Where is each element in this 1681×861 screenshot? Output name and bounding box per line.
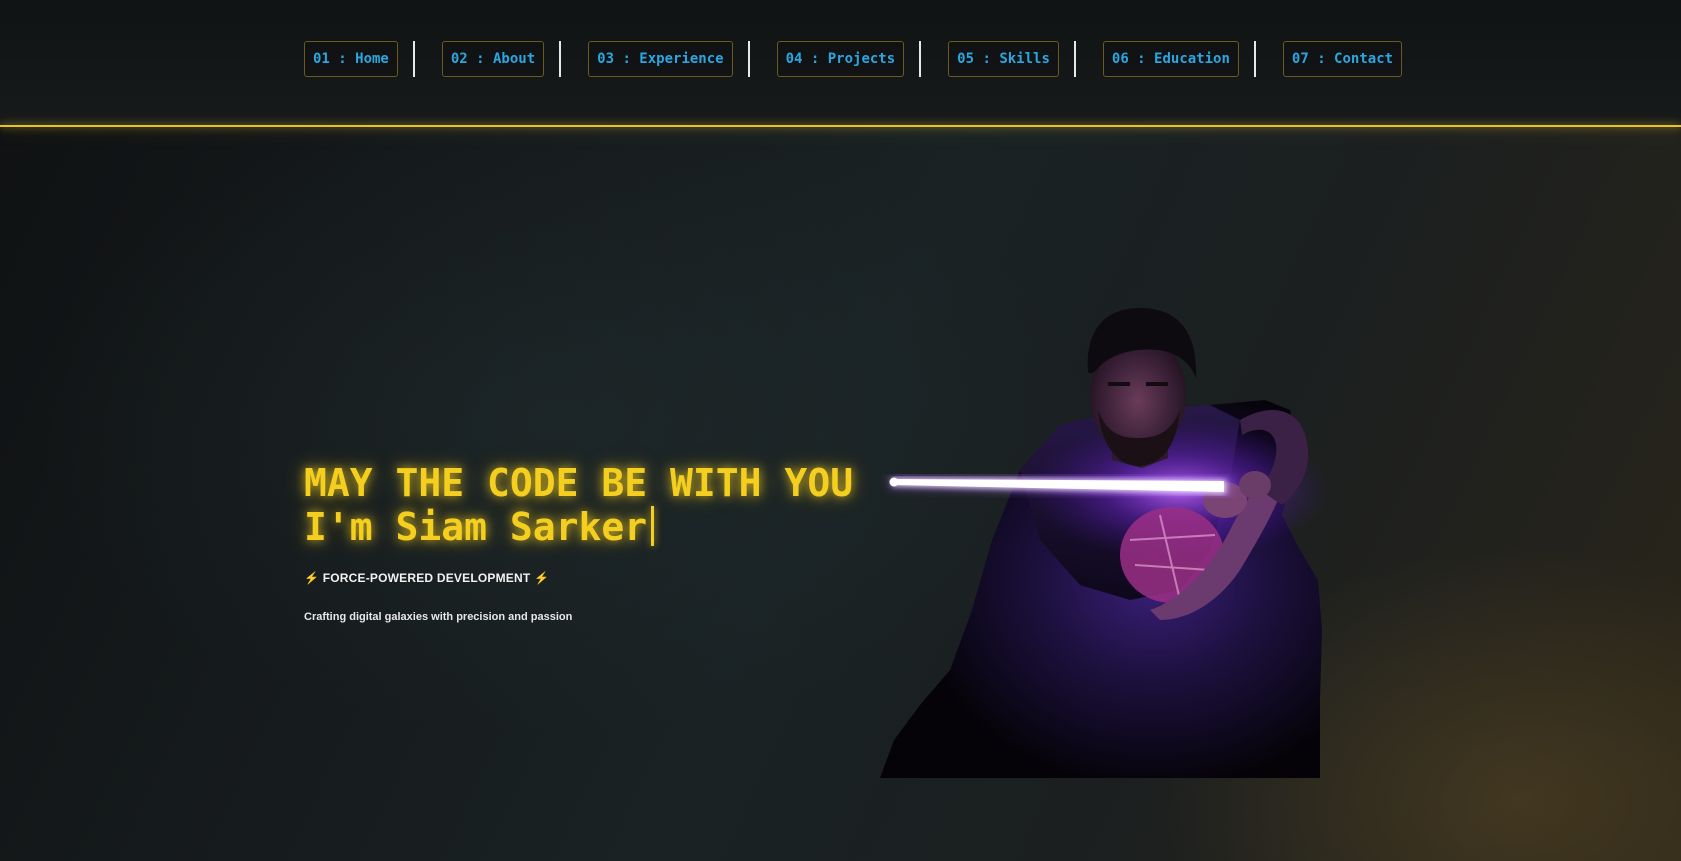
nav-link-projects[interactable]: 04 : Projects [776, 41, 905, 77]
nav-divider [1253, 41, 1256, 77]
nav-link-experience[interactable]: 03 : Experience [588, 41, 733, 77]
hero-intro-line: I'm Siam Sarker [304, 505, 853, 549]
hero-subtitle: Crafting digital galaxies with precision… [304, 611, 573, 623]
hero-tagline-text: FORCE-POWERED DEVELOPMENT [322, 571, 531, 585]
nav-divider [919, 41, 922, 77]
nav-item-projects-wrap: 04 : Projects [776, 41, 949, 77]
nav-divider [559, 41, 562, 77]
nav-divider [412, 41, 415, 77]
nav-link-home[interactable]: 01 : Home [304, 41, 398, 77]
nav-link-contact[interactable]: 07 : Contact [1282, 41, 1403, 77]
page-background [0, 0, 1681, 861]
nav-divider [747, 41, 750, 77]
hero-heading: MAY THE CODE BE WITH YOU I'm Siam Sarker [304, 461, 853, 549]
nav-link-about[interactable]: 02 : About [441, 41, 545, 77]
nav-item-about-wrap: 02 : About [441, 41, 588, 77]
hero-intro: I'm Siam Sarker [304, 505, 648, 549]
nav-item-skills-wrap: 05 : Skills [948, 41, 1103, 77]
hero-tagline: ⚡ FORCE-POWERED DEVELOPMENT ⚡ [304, 571, 549, 585]
nav-item-experience-wrap: 03 : Experience [588, 41, 776, 77]
typing-cursor [651, 506, 655, 546]
nav-divider [1073, 41, 1076, 77]
hero-headline: MAY THE CODE BE WITH YOU [304, 461, 854, 505]
main-nav: 01 : Home 02 : About 03 : Experience 04 … [304, 41, 1403, 77]
nav-item-education-wrap: 06 : Education [1102, 41, 1283, 77]
site-header: 01 : Home 02 : About 03 : Experience 04 … [0, 0, 1681, 125]
header-glow-divider [0, 125, 1681, 127]
nav-link-education[interactable]: 06 : Education [1102, 41, 1239, 77]
lightning-icon: ⚡ [533, 571, 550, 585]
hero-portrait-image [880, 308, 1330, 778]
lightning-icon: ⚡ [304, 571, 320, 585]
nav-item-home-wrap: 01 : Home [304, 41, 442, 77]
nav-item-contact-wrap: 07 : Contact [1282, 41, 1403, 77]
nav-link-skills[interactable]: 05 : Skills [948, 41, 1059, 77]
